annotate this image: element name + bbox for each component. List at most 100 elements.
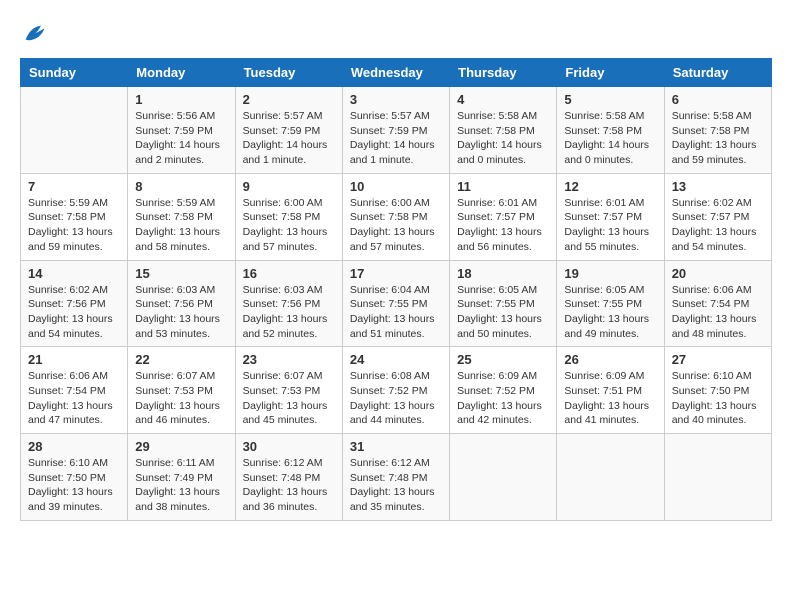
calendar-cell: 28 Sunrise: 6:10 AMSunset: 7:50 PMDayligh… — [21, 434, 128, 521]
calendar-week-row: 21 Sunrise: 6:06 AMSunset: 7:54 PMDayligh… — [21, 347, 772, 434]
calendar-cell — [450, 434, 557, 521]
calendar-cell: 11 Sunrise: 6:01 AMSunset: 7:57 PMDayligh… — [450, 173, 557, 260]
day-info: Sunrise: 5:57 AMSunset: 7:59 PMDaylight:… — [350, 109, 442, 168]
calendar-cell — [664, 434, 771, 521]
day-number: 13 — [672, 179, 764, 194]
day-info: Sunrise: 6:02 AMSunset: 7:56 PMDaylight:… — [28, 283, 120, 342]
calendar-cell: 18 Sunrise: 6:05 AMSunset: 7:55 PMDayligh… — [450, 260, 557, 347]
day-of-week-header: Thursday — [450, 59, 557, 87]
day-info: Sunrise: 6:01 AMSunset: 7:57 PMDaylight:… — [457, 196, 549, 255]
day-number: 21 — [28, 352, 120, 367]
day-info: Sunrise: 6:11 AMSunset: 7:49 PMDaylight:… — [135, 456, 227, 515]
day-number: 22 — [135, 352, 227, 367]
calendar-week-row: 1 Sunrise: 5:56 AMSunset: 7:59 PMDaylight… — [21, 87, 772, 174]
day-of-week-header: Tuesday — [235, 59, 342, 87]
day-info: Sunrise: 5:59 AMSunset: 7:58 PMDaylight:… — [28, 196, 120, 255]
day-info: Sunrise: 6:02 AMSunset: 7:57 PMDaylight:… — [672, 196, 764, 255]
day-number: 29 — [135, 439, 227, 454]
day-info: Sunrise: 6:09 AMSunset: 7:52 PMDaylight:… — [457, 369, 549, 428]
calendar-body: 1 Sunrise: 5:56 AMSunset: 7:59 PMDaylight… — [21, 87, 772, 521]
calendar-cell: 5 Sunrise: 5:58 AMSunset: 7:58 PMDaylight… — [557, 87, 664, 174]
day-info: Sunrise: 5:56 AMSunset: 7:59 PMDaylight:… — [135, 109, 227, 168]
day-info: Sunrise: 5:58 AMSunset: 7:58 PMDaylight:… — [564, 109, 656, 168]
calendar-cell: 24 Sunrise: 6:08 AMSunset: 7:52 PMDayligh… — [342, 347, 449, 434]
day-info: Sunrise: 6:09 AMSunset: 7:51 PMDaylight:… — [564, 369, 656, 428]
day-info: Sunrise: 6:05 AMSunset: 7:55 PMDaylight:… — [457, 283, 549, 342]
day-info: Sunrise: 6:01 AMSunset: 7:57 PMDaylight:… — [564, 196, 656, 255]
calendar-cell: 30 Sunrise: 6:12 AMSunset: 7:48 PMDayligh… — [235, 434, 342, 521]
day-number: 16 — [243, 266, 335, 281]
day-number: 11 — [457, 179, 549, 194]
day-info: Sunrise: 6:04 AMSunset: 7:55 PMDaylight:… — [350, 283, 442, 342]
day-number: 30 — [243, 439, 335, 454]
calendar-cell: 12Sunrise: 6:01 AMSunset: 7:57 PMDayligh… — [557, 173, 664, 260]
day-number: 18 — [457, 266, 549, 281]
day-info: Sunrise: 6:08 AMSunset: 7:52 PMDaylight:… — [350, 369, 442, 428]
calendar-cell: 29 Sunrise: 6:11 AMSunset: 7:49 PMDayligh… — [128, 434, 235, 521]
day-info: Sunrise: 5:58 AMSunset: 7:58 PMDaylight:… — [457, 109, 549, 168]
day-number: 25 — [457, 352, 549, 367]
day-info: Sunrise: 6:03 AMSunset: 7:56 PMDaylight:… — [135, 283, 227, 342]
calendar-header: SundayMondayTuesdayWednesdayThursdayFrid… — [21, 59, 772, 87]
day-info: Sunrise: 6:03 AMSunset: 7:56 PMDaylight:… — [243, 283, 335, 342]
calendar-cell: 23Sunrise: 6:07 AMSunset: 7:53 PMDayligh… — [235, 347, 342, 434]
calendar-cell: 3 Sunrise: 5:57 AMSunset: 7:59 PMDaylight… — [342, 87, 449, 174]
day-info: Sunrise: 6:10 AMSunset: 7:50 PMDaylight:… — [28, 456, 120, 515]
day-number: 17 — [350, 266, 442, 281]
day-number: 4 — [457, 92, 549, 107]
calendar-week-row: 28 Sunrise: 6:10 AMSunset: 7:50 PMDayligh… — [21, 434, 772, 521]
calendar-table: SundayMondayTuesdayWednesdayThursdayFrid… — [20, 58, 772, 521]
days-of-week-row: SundayMondayTuesdayWednesdayThursdayFrid… — [21, 59, 772, 87]
day-info: Sunrise: 6:12 AMSunset: 7:48 PMDaylight:… — [243, 456, 335, 515]
calendar-week-row: 14 Sunrise: 6:02 AMSunset: 7:56 PMDayligh… — [21, 260, 772, 347]
day-info: Sunrise: 6:05 AMSunset: 7:55 PMDaylight:… — [564, 283, 656, 342]
day-number: 14 — [28, 266, 120, 281]
calendar-cell: 9 Sunrise: 6:00 AMSunset: 7:58 PMDaylight… — [235, 173, 342, 260]
day-number: 31 — [350, 439, 442, 454]
calendar-cell: 16 Sunrise: 6:03 AMSunset: 7:56 PMDayligh… — [235, 260, 342, 347]
calendar-cell — [21, 87, 128, 174]
day-info: Sunrise: 6:00 AMSunset: 7:58 PMDaylight:… — [243, 196, 335, 255]
day-number: 20 — [672, 266, 764, 281]
day-number: 24 — [350, 352, 442, 367]
day-of-week-header: Saturday — [664, 59, 771, 87]
calendar-cell: 6 Sunrise: 5:58 AMSunset: 7:58 PMDaylight… — [664, 87, 771, 174]
day-number: 15 — [135, 266, 227, 281]
day-info: Sunrise: 6:10 AMSunset: 7:50 PMDaylight:… — [672, 369, 764, 428]
day-of-week-header: Sunday — [21, 59, 128, 87]
calendar-cell: 19Sunrise: 6:05 AMSunset: 7:55 PMDayligh… — [557, 260, 664, 347]
day-info: Sunrise: 5:57 AMSunset: 7:59 PMDaylight:… — [243, 109, 335, 168]
logo-bird-icon — [20, 20, 48, 48]
day-of-week-header: Wednesday — [342, 59, 449, 87]
day-info: Sunrise: 6:06 AMSunset: 7:54 PMDaylight:… — [28, 369, 120, 428]
day-number: 28 — [28, 439, 120, 454]
calendar-cell: 26 Sunrise: 6:09 AMSunset: 7:51 PMDayligh… — [557, 347, 664, 434]
day-number: 10 — [350, 179, 442, 194]
calendar-cell — [557, 434, 664, 521]
logo — [20, 20, 52, 48]
day-number: 6 — [672, 92, 764, 107]
calendar-cell: 15 Sunrise: 6:03 AMSunset: 7:56 PMDayligh… — [128, 260, 235, 347]
calendar-cell: 25 Sunrise: 6:09 AMSunset: 7:52 PMDayligh… — [450, 347, 557, 434]
day-number: 9 — [243, 179, 335, 194]
calendar-cell: 4 Sunrise: 5:58 AMSunset: 7:58 PMDaylight… — [450, 87, 557, 174]
day-number: 8 — [135, 179, 227, 194]
calendar-cell: 22 Sunrise: 6:07 AMSunset: 7:53 PMDayligh… — [128, 347, 235, 434]
day-number: 27 — [672, 352, 764, 367]
day-number: 5 — [564, 92, 656, 107]
day-number: 2 — [243, 92, 335, 107]
calendar-cell: 1 Sunrise: 5:56 AMSunset: 7:59 PMDaylight… — [128, 87, 235, 174]
day-info: Sunrise: 5:58 AMSunset: 7:58 PMDaylight:… — [672, 109, 764, 168]
day-number: 26 — [564, 352, 656, 367]
day-info: Sunrise: 6:12 AMSunset: 7:48 PMDaylight:… — [350, 456, 442, 515]
day-number: 7 — [28, 179, 120, 194]
page-header — [20, 20, 772, 48]
day-info: Sunrise: 6:07 AMSunset: 7:53 PMDaylight:… — [135, 369, 227, 428]
calendar-cell: 21 Sunrise: 6:06 AMSunset: 7:54 PMDayligh… — [21, 347, 128, 434]
calendar-cell: 13 Sunrise: 6:02 AMSunset: 7:57 PMDayligh… — [664, 173, 771, 260]
calendar-cell: 27 Sunrise: 6:10 AMSunset: 7:50 PMDayligh… — [664, 347, 771, 434]
day-number: 3 — [350, 92, 442, 107]
calendar-cell: 2 Sunrise: 5:57 AMSunset: 7:59 PMDaylight… — [235, 87, 342, 174]
day-info: Sunrise: 6:07 AMSunset: 7:53 PMDaylight:… — [243, 369, 335, 428]
day-number: 1 — [135, 92, 227, 107]
